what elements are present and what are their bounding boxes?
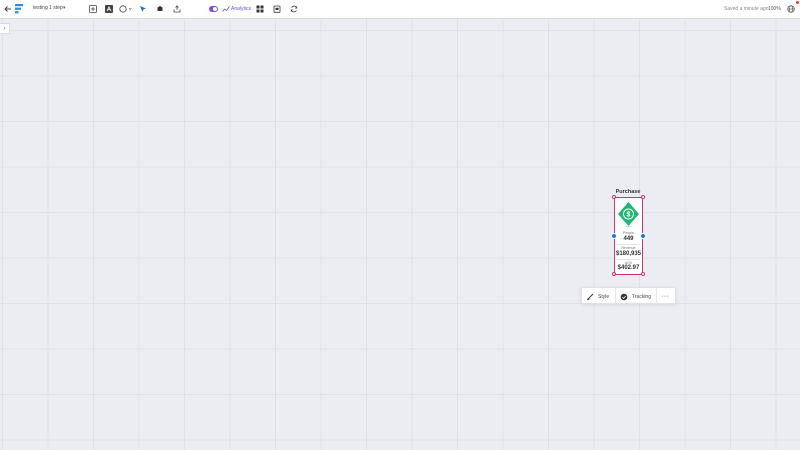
sidebar-toggle-button[interactable]: › <box>0 23 10 34</box>
zoom-level-dropdown[interactable]: 100% <box>768 6 781 12</box>
chevron-right-icon: › <box>3 25 6 32</box>
connector-port-left[interactable] <box>611 233 617 239</box>
save-status: Saved a minute ago <box>724 6 769 12</box>
resize-handle-top-left[interactable] <box>612 195 616 199</box>
top-toolbar: testing 1 step ▾ Analytics Saved a minut… <box>0 0 800 19</box>
aov-value: $402.97 <box>617 265 640 271</box>
style-button[interactable]: Style <box>586 288 609 305</box>
stamp-icon[interactable] <box>155 4 165 14</box>
menu-divider <box>656 288 657 305</box>
layers-icon[interactable] <box>272 4 282 14</box>
globe-icon[interactable] <box>786 4 796 14</box>
people-label: People <box>623 231 634 235</box>
node-divider <box>617 259 640 260</box>
node-context-toolbar: Style Tracking ··· <box>581 287 676 305</box>
tracking-icon <box>620 293 628 300</box>
revenue-label: Revenue <box>621 246 636 250</box>
tracking-label: Tracking <box>632 293 651 300</box>
node-divider <box>617 244 640 245</box>
pointer-icon[interactable] <box>138 4 148 14</box>
resize-handle-bottom-right[interactable] <box>641 272 645 276</box>
back-arrow-icon[interactable] <box>3 4 13 14</box>
tracking-button[interactable]: Tracking <box>620 288 651 305</box>
svg-text:$: $ <box>627 212 631 219</box>
purchase-dollar-icon[interactable]: $ <box>617 201 640 228</box>
funnel-name-dropdown[interactable]: testing 1 step <box>33 5 63 11</box>
notification-dot <box>796 1 799 4</box>
menu-divider <box>615 288 616 305</box>
add-step-icon[interactable] <box>88 4 98 14</box>
analytics-label[interactable]: Analytics <box>231 6 251 12</box>
analytics-icon <box>221 4 231 14</box>
style-label: Style <box>598 293 610 300</box>
more-options-button[interactable]: ··· <box>661 288 670 305</box>
revenue-value: $180,935 <box>615 251 642 257</box>
logo-icon[interactable] <box>14 3 24 15</box>
brush-icon <box>587 293 594 300</box>
chevron-down-icon[interactable]: ▾ <box>63 5 66 11</box>
resize-handle-bottom-left[interactable] <box>612 272 616 276</box>
shape-tool-icon[interactable] <box>119 4 133 14</box>
share-icon[interactable] <box>172 4 182 14</box>
text-tool-icon[interactable] <box>104 4 114 14</box>
analytics-toggle[interactable] <box>209 6 218 12</box>
sync-icon[interactable] <box>289 4 299 14</box>
connector-port-right[interactable] <box>640 233 646 239</box>
resize-handle-top-right[interactable] <box>641 195 645 199</box>
grid-icon[interactable] <box>255 4 265 14</box>
